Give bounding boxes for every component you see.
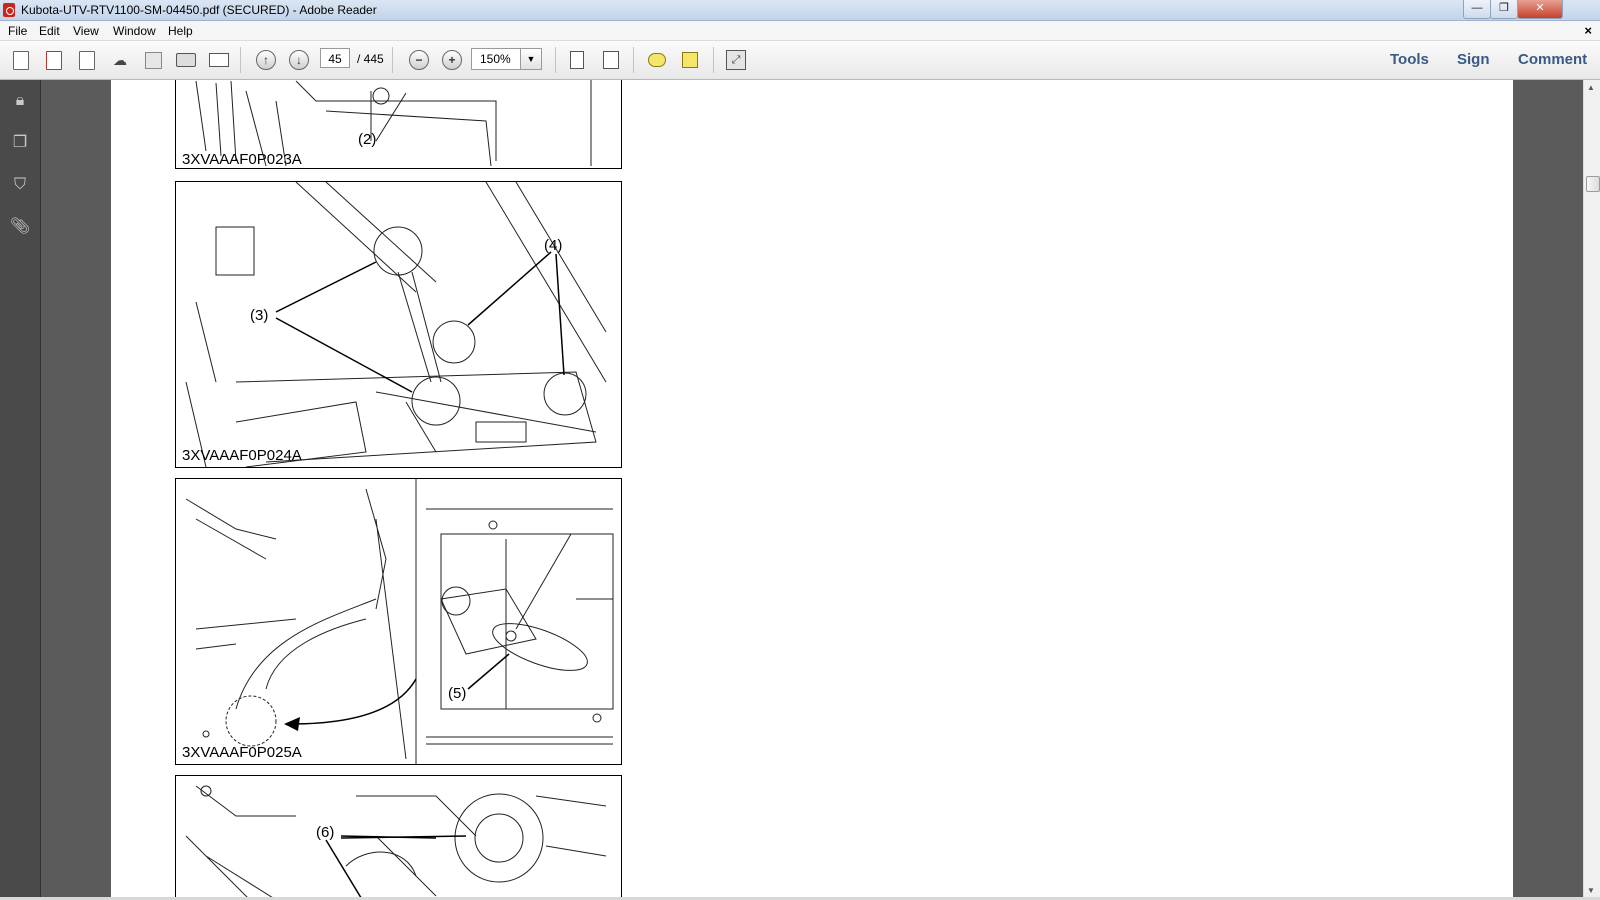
figure-code: 3XVAAAF0P025A xyxy=(182,744,302,761)
scroll-up-icon[interactable]: ▲ xyxy=(1587,83,1595,92)
title-bar: Kubota-UTV-RTV1100-SM-04450.pdf (SECURED… xyxy=(0,0,1600,21)
attachment-icon[interactable]: 📎︎ xyxy=(9,216,31,238)
callout-label: (2) xyxy=(358,131,377,148)
toolbar-separator xyxy=(713,47,714,73)
zoom-select[interactable]: 150% ▼ xyxy=(471,48,542,70)
sticky-note-icon[interactable] xyxy=(646,50,668,70)
menu-help[interactable]: Help xyxy=(168,24,193,38)
document-close-icon[interactable]: × xyxy=(1584,23,1592,38)
open-file-icon[interactable] xyxy=(10,50,32,70)
menu-edit[interactable]: Edit xyxy=(39,24,60,38)
lock-icon[interactable]: 🔒︎ xyxy=(9,90,31,112)
print-icon[interactable] xyxy=(175,50,197,70)
zoom-value: 150% xyxy=(480,52,511,66)
document-view[interactable]: (2) 3XVAAAF0P023A (3) (4) 3XVAAAF0P024A … xyxy=(41,80,1583,900)
zoom-in-icon[interactable]: + xyxy=(441,50,463,70)
upload-cloud-icon[interactable]: ☁ xyxy=(109,50,131,70)
figure-illustration xyxy=(185,182,607,467)
toolbar: ☁ ↑ ↓ − + ⤢ xyxy=(0,41,1600,80)
navigation-pane: 🔒︎ ❐ ⛉ 📎︎ xyxy=(0,80,41,900)
callout-label: (5) xyxy=(448,685,467,702)
save-icon[interactable] xyxy=(142,50,164,70)
vertical-scrollbar[interactable]: ▲ ▼ xyxy=(1583,80,1600,900)
toolbar-separator xyxy=(555,47,556,73)
figure-024: (3) (4) 3XVAAAF0P024A xyxy=(175,181,622,468)
fit-page-icon[interactable] xyxy=(566,50,588,70)
figure-023: (2) 3XVAAAF0P023A xyxy=(175,80,622,169)
figure-026: (6) xyxy=(175,775,622,900)
previous-page-icon[interactable]: ↑ xyxy=(255,50,277,70)
minimize-button[interactable]: — xyxy=(1463,0,1491,19)
pdf-page: (2) 3XVAAAF0P023A (3) (4) 3XVAAAF0P024A … xyxy=(111,80,1513,900)
page-number-input[interactable]: 45 xyxy=(320,48,350,68)
edit-pdf-icon[interactable] xyxy=(76,50,98,70)
figure-code: 3XVAAAF0P023A xyxy=(182,151,302,168)
menu-view[interactable]: View xyxy=(73,24,99,38)
restore-button[interactable]: ❐ xyxy=(1490,0,1518,19)
menu-window[interactable]: Window xyxy=(113,24,156,38)
menu-bar: File Edit View Window Help × xyxy=(0,21,1600,41)
full-screen-icon[interactable]: ⤢ xyxy=(725,50,747,70)
next-page-icon[interactable]: ↓ xyxy=(288,50,310,70)
menu-file[interactable]: File xyxy=(8,24,27,38)
email-icon[interactable] xyxy=(208,50,230,70)
tools-button[interactable]: Tools xyxy=(1390,51,1429,68)
figure-code: 3XVAAAF0P024A xyxy=(182,447,302,464)
adobe-reader-icon xyxy=(3,3,15,17)
zoom-out-icon[interactable]: − xyxy=(408,50,430,70)
scroll-down-icon[interactable]: ▼ xyxy=(1587,886,1595,895)
callout-label: (4) xyxy=(544,237,563,254)
callout-label: (3) xyxy=(250,307,269,324)
figure-illustration xyxy=(185,479,614,764)
scroll-thumb[interactable] xyxy=(1586,176,1600,192)
callout-label: (6) xyxy=(316,824,335,841)
figure-025: (5) 3XVAAAF0P025A xyxy=(175,478,622,765)
chevron-down-icon[interactable]: ▼ xyxy=(520,49,541,69)
sign-button[interactable]: Sign xyxy=(1457,51,1490,68)
page-total: / 445 xyxy=(357,52,384,66)
comment-button[interactable]: Comment xyxy=(1518,51,1587,68)
fit-width-icon[interactable] xyxy=(600,50,622,70)
window-title: Kubota-UTV-RTV1100-SM-04450.pdf (SECURED… xyxy=(21,3,377,17)
highlight-icon[interactable] xyxy=(679,50,701,70)
toolbar-separator xyxy=(633,47,634,73)
create-pdf-icon[interactable] xyxy=(43,50,65,70)
close-button[interactable]: ✕ xyxy=(1517,0,1563,19)
figure-illustration xyxy=(185,785,607,900)
toolbar-separator xyxy=(240,47,241,73)
toolbar-separator xyxy=(392,47,393,73)
pages-icon[interactable]: ❐ xyxy=(9,132,31,154)
bookmark-icon[interactable]: ⛉ xyxy=(9,174,31,196)
